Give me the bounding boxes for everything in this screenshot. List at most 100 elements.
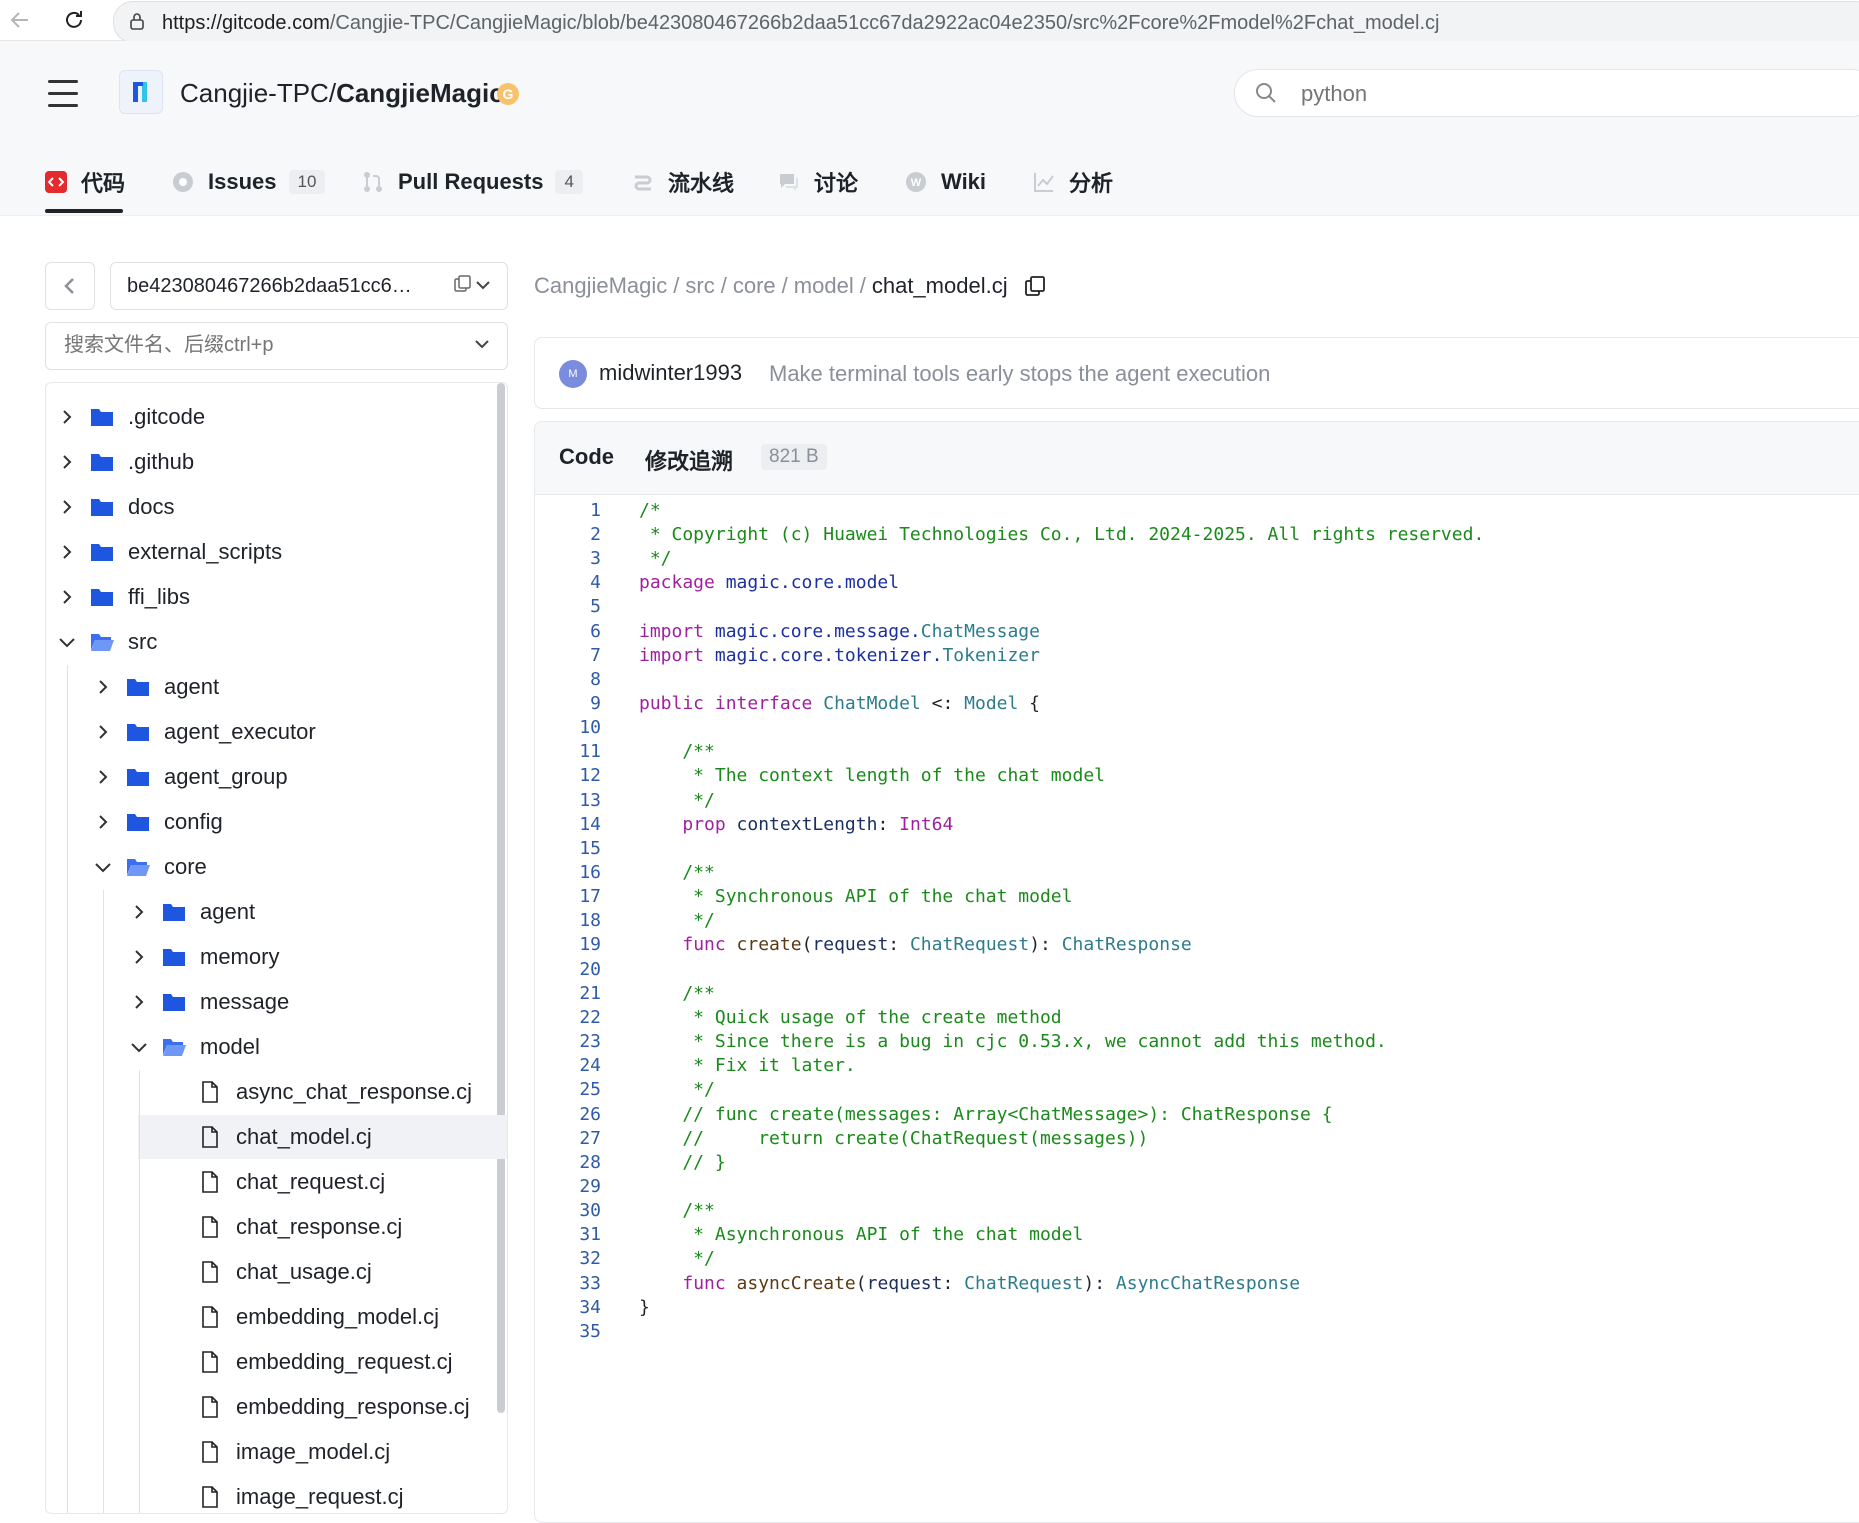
commit-message[interactable]: Make terminal tools early stops the agen… bbox=[769, 361, 1270, 387]
tab-code[interactable]: 代码 bbox=[45, 160, 125, 204]
file-search[interactable] bbox=[45, 322, 508, 370]
tab-pull-requests[interactable]: Pull Requests 4 bbox=[362, 160, 583, 204]
chevron-right-icon[interactable] bbox=[56, 496, 78, 518]
line-number[interactable]: 8 bbox=[535, 669, 601, 690]
tree-file-item[interactable]: embedding_request.cj bbox=[164, 1340, 486, 1384]
line-number[interactable]: 1 bbox=[535, 500, 601, 521]
chevron-right-icon[interactable] bbox=[56, 451, 78, 473]
chevron-right-icon[interactable] bbox=[56, 406, 78, 428]
tree-file-item[interactable]: image_model.cj bbox=[164, 1430, 486, 1474]
chevron-down-icon[interactable] bbox=[128, 1036, 150, 1058]
line-number[interactable]: 10 bbox=[535, 717, 601, 738]
tab-issues[interactable]: Issues 10 bbox=[172, 160, 326, 204]
tree-folder-item[interactable]: core bbox=[92, 845, 486, 889]
tab-wiki[interactable]: W Wiki bbox=[905, 160, 986, 204]
chevron-right-icon[interactable] bbox=[128, 991, 150, 1013]
reload-icon[interactable] bbox=[60, 6, 88, 34]
tree-folder-item[interactable]: model bbox=[128, 1025, 486, 1069]
line-number[interactable]: 9 bbox=[535, 693, 601, 714]
avatar[interactable]: M bbox=[559, 360, 587, 388]
line-number[interactable]: 15 bbox=[535, 838, 601, 859]
tree-file-item[interactable]: chat_model.cj bbox=[138, 1115, 507, 1159]
line-number[interactable]: 20 bbox=[535, 959, 601, 980]
chevron-right-icon[interactable] bbox=[92, 721, 114, 743]
tree-folder-item[interactable]: external_scripts bbox=[56, 530, 486, 574]
tree-folder-item[interactable]: agent bbox=[128, 890, 486, 934]
line-number[interactable]: 31 bbox=[535, 1224, 601, 1245]
commit-author[interactable]: midwinter1993 bbox=[599, 360, 742, 386]
line-number[interactable]: 14 bbox=[535, 814, 601, 835]
tree-folder-item[interactable]: agent_executor bbox=[92, 710, 486, 754]
site-info-icon[interactable] bbox=[128, 12, 146, 30]
tree-folder-item[interactable]: agent bbox=[92, 665, 486, 709]
tree-folder-item[interactable]: docs bbox=[56, 485, 486, 529]
line-number[interactable]: 35 bbox=[535, 1321, 601, 1342]
line-number[interactable]: 18 bbox=[535, 910, 601, 931]
copy-path-icon[interactable] bbox=[1024, 275, 1046, 297]
line-number[interactable]: 2 bbox=[535, 524, 601, 545]
tree-file-item[interactable]: async_chat_response.cj bbox=[164, 1070, 486, 1114]
line-number[interactable]: 27 bbox=[535, 1128, 601, 1149]
tree-folder-item[interactable]: src bbox=[56, 620, 486, 664]
line-number[interactable]: 4 bbox=[535, 572, 601, 593]
line-number[interactable]: 32 bbox=[535, 1248, 601, 1269]
repo-name[interactable]: CangjieMagic bbox=[336, 78, 504, 108]
line-number[interactable]: 13 bbox=[535, 790, 601, 811]
line-number[interactable]: 7 bbox=[535, 645, 601, 666]
chevron-down-icon[interactable] bbox=[56, 631, 78, 653]
line-number[interactable]: 34 bbox=[535, 1297, 601, 1318]
tree-file-item[interactable]: image_request.cj bbox=[164, 1475, 486, 1513]
tree-scrollbar[interactable] bbox=[497, 383, 505, 1413]
chevron-right-icon[interactable] bbox=[92, 766, 114, 788]
tab-code-view[interactable]: Code bbox=[559, 444, 614, 470]
line-number[interactable]: 26 bbox=[535, 1104, 601, 1125]
chevron-down-icon[interactable] bbox=[92, 856, 114, 878]
line-number[interactable]: 24 bbox=[535, 1055, 601, 1076]
address-bar[interactable]: https://gitcode.com/Cangjie-TPC/CangjieM… bbox=[113, 1, 1859, 43]
line-number[interactable]: 33 bbox=[535, 1273, 601, 1294]
search-input[interactable] bbox=[1299, 78, 1843, 110]
repo-title[interactable]: Cangjie-TPC/CangjieMagic bbox=[180, 78, 504, 109]
breadcrumb-link[interactable]: src bbox=[685, 273, 714, 299]
tree-folder-item[interactable]: .github bbox=[56, 440, 486, 484]
breadcrumb-link[interactable]: core bbox=[733, 273, 776, 299]
tree-folder-item[interactable]: ffi_libs bbox=[56, 575, 486, 619]
line-number[interactable]: 11 bbox=[535, 741, 601, 762]
tree-file-item[interactable]: chat_response.cj bbox=[164, 1205, 486, 1249]
line-number[interactable]: 6 bbox=[535, 621, 601, 642]
tree-file-item[interactable]: chat_usage.cj bbox=[164, 1250, 486, 1294]
repo-owner[interactable]: Cangjie-TPC/ bbox=[180, 78, 336, 108]
back-arrow-icon[interactable] bbox=[6, 6, 34, 34]
tree-file-item[interactable]: embedding_model.cj bbox=[164, 1295, 486, 1339]
chevron-down-icon[interactable] bbox=[473, 335, 491, 358]
line-number[interactable]: 23 bbox=[535, 1031, 601, 1052]
line-number[interactable]: 5 bbox=[535, 596, 601, 617]
collapse-sidebar-button[interactable] bbox=[45, 262, 95, 310]
line-number[interactable]: 22 bbox=[535, 1007, 601, 1028]
breadcrumb-link[interactable]: CangjieMagic bbox=[534, 273, 667, 299]
line-number[interactable]: 30 bbox=[535, 1200, 601, 1221]
chevron-right-icon[interactable] bbox=[56, 586, 78, 608]
tree-folder-item[interactable]: agent_group bbox=[92, 755, 486, 799]
line-number[interactable]: 21 bbox=[535, 983, 601, 1004]
tree-folder-item[interactable]: memory bbox=[128, 935, 486, 979]
tab-pipeline[interactable]: 流水线 bbox=[632, 160, 734, 204]
tab-analytics[interactable]: 分析 bbox=[1033, 160, 1113, 204]
line-number[interactable]: 12 bbox=[535, 765, 601, 786]
global-search[interactable] bbox=[1234, 69, 1859, 117]
tree-file-item[interactable]: chat_request.cj bbox=[164, 1160, 486, 1204]
file-search-input[interactable] bbox=[62, 333, 466, 358]
branch-selector[interactable]: be423080467266b2daa51cc6… bbox=[110, 262, 508, 310]
line-number[interactable]: 19 bbox=[535, 934, 601, 955]
tab-blame[interactable]: 修改追溯 bbox=[645, 444, 733, 476]
breadcrumb-link[interactable]: model bbox=[794, 273, 854, 299]
tree-folder-item[interactable]: .gitcode bbox=[56, 395, 486, 439]
line-number[interactable]: 28 bbox=[535, 1152, 601, 1173]
menu-icon[interactable] bbox=[48, 80, 78, 116]
tab-discussions[interactable]: 讨论 bbox=[778, 160, 858, 204]
chevron-right-icon[interactable] bbox=[92, 676, 114, 698]
chevron-right-icon[interactable] bbox=[128, 946, 150, 968]
chevron-right-icon[interactable] bbox=[128, 901, 150, 923]
line-number[interactable]: 17 bbox=[535, 886, 601, 907]
line-number[interactable]: 16 bbox=[535, 862, 601, 883]
